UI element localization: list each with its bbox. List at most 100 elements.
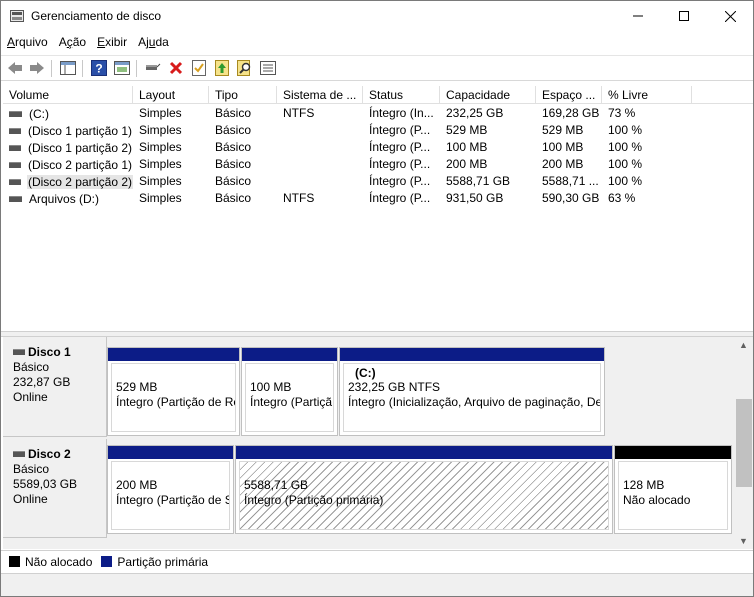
partition-size: 529 MB [116, 380, 158, 394]
volume-icon [9, 162, 21, 168]
volume-pct-free: 100 % [608, 140, 643, 154]
toolbar-separator [51, 60, 52, 77]
column-header-tipo[interactable]: Tipo [209, 86, 277, 104]
volume-layout: Simples [139, 140, 182, 154]
volume-status: Íntegro (P... [369, 191, 431, 205]
disk-size: 232,87 GB [13, 375, 71, 389]
disk-2-panel[interactable]: Disco 2 Básico 5589,03 GB Online [3, 439, 107, 538]
volume-status: Íntegro (In... [369, 106, 434, 120]
column-header-layout[interactable]: Layout [133, 86, 209, 104]
disk-graphical-view: Disco 1 Básico 232,87 GB Online 529 MB Í… [3, 337, 735, 549]
minimize-button[interactable] [615, 1, 661, 31]
back-button[interactable] [6, 59, 24, 77]
volume-filesystem: NTFS [283, 191, 315, 205]
toolbar: ? [1, 55, 753, 81]
help-button[interactable]: ? [90, 59, 108, 77]
partition-status: Íntegro (Partição primária) [244, 493, 384, 507]
menu-ajuda[interactable]: Ajuda [132, 32, 174, 54]
volume-layout: Simples [139, 174, 182, 188]
properties-button[interactable] [190, 59, 208, 77]
volume-capacity: 529 MB [446, 123, 488, 137]
volume-status: Íntegro (P... [369, 140, 431, 154]
column-header-sistema[interactable]: Sistema de ... [277, 86, 363, 104]
volume-filesystem [277, 122, 363, 139]
find-icon [237, 60, 251, 76]
disk-state: Online [13, 390, 48, 404]
vertical-scrollbar[interactable]: ▲ ▼ [735, 337, 753, 549]
partition-status: Não alocado [623, 493, 691, 507]
volume-type: Básico [215, 191, 252, 205]
column-header-espaco[interactable]: Espaço ... [536, 86, 602, 104]
volume-status: Íntegro (P... [369, 174, 431, 188]
volume-layout: Simples [139, 106, 182, 120]
partition-status: Íntegro (Inicialização, Arquivo de pagin… [348, 395, 601, 409]
legend-label: Partição primária [117, 554, 209, 569]
volume-list[interactable]: Volume Layout Tipo Sistema de ... Status… [3, 86, 753, 331]
volume-layout: Simples [139, 123, 182, 137]
volume-name: (C:) [29, 107, 49, 121]
volume-free-space: 590,30 GB [542, 191, 600, 205]
partition-size: 232,25 GB NTFS [348, 380, 441, 394]
volume-name: Arquivos (D:) [29, 192, 100, 206]
forward-button[interactable] [28, 59, 46, 77]
volume-pct-free: 63 % [608, 191, 636, 205]
view-icon [114, 61, 130, 75]
menu-bar: Arquivo Ação Exibir Ajuda [1, 32, 753, 54]
volume-row[interactable]: (Disco 1 partição 2) Simples Básico Ínte… [3, 139, 753, 156]
partition-name: (C:) [355, 366, 376, 380]
view-button[interactable] [113, 59, 131, 77]
menu-acao[interactable]: Ação [53, 32, 91, 54]
partition-size: 5588,71 GB [244, 478, 309, 492]
maximize-button[interactable] [661, 1, 707, 31]
partition-color-bar [108, 348, 239, 361]
partition-block-selected[interactable]: 5588,71 GB Íntegro (Partição primária) [235, 445, 613, 534]
refresh-button[interactable] [213, 59, 231, 77]
export-list-button[interactable] [259, 59, 277, 77]
volume-pct-free: 100 % [608, 123, 643, 137]
menu-arquivo[interactable]: Arquivo [1, 32, 53, 54]
volume-row[interactable]: (Disco 1 partição 1) Simples Básico Ínte… [3, 122, 753, 139]
volume-row[interactable]: (C:) Simples Básico NTFS Íntegro (In... … [3, 105, 753, 122]
volume-pct-free: 100 % [608, 174, 643, 188]
disk-1-panel[interactable]: Disco 1 Básico 232,87 GB Online [3, 337, 107, 437]
find-button[interactable] [236, 59, 254, 77]
volume-row-selected[interactable]: (Disco 2 partição 2) Simples Básico Ínte… [3, 173, 753, 190]
partition-block-c[interactable]: (C:) 232,25 GB NTFS Íntegro (Inicializaç… [339, 347, 605, 436]
volume-status: Íntegro (P... [369, 123, 431, 137]
minimize-icon [633, 15, 643, 17]
scroll-down-icon[interactable]: ▼ [739, 536, 748, 546]
console-tree-button[interactable] [59, 59, 77, 77]
column-header-status[interactable]: Status [363, 86, 440, 104]
partition-block[interactable]: 529 MB Íntegro (Partição de Re [107, 347, 240, 436]
column-header-pct-livre[interactable]: % Livre [602, 86, 692, 104]
column-header-volume[interactable]: Volume [3, 86, 133, 104]
volume-name: (Disco 1 partição 1) [27, 124, 132, 138]
disk-management-icon [10, 10, 24, 22]
column-header-capacidade[interactable]: Capacidade [440, 86, 536, 104]
partition-block[interactable]: 100 MB Íntegro (Partiçã [241, 347, 338, 436]
close-button[interactable] [707, 1, 753, 31]
partition-size: 200 MB [116, 478, 158, 492]
volume-filesystem [277, 156, 363, 173]
scroll-up-icon[interactable]: ▲ [739, 340, 748, 350]
disk-type: Básico [13, 360, 50, 374]
volume-free-space: 5588,71 ... [542, 174, 599, 188]
volume-capacity: 232,25 GB [446, 106, 504, 120]
forward-icon [30, 62, 44, 74]
volume-row[interactable]: Arquivos (D:) Simples Básico NTFS Íntegr… [3, 190, 753, 207]
volume-type: Básico [215, 106, 252, 120]
volume-layout: Simples [139, 191, 182, 205]
partition-block[interactable]: 200 MB Íntegro (Partição de S [107, 445, 234, 534]
volume-free-space: 169,28 GB [542, 106, 600, 120]
partition-color-bar [340, 348, 604, 361]
volume-capacity: 931,50 GB [446, 191, 504, 205]
connect-button[interactable] [144, 59, 162, 77]
volume-icon [9, 128, 21, 134]
delete-icon [169, 61, 183, 75]
volume-row[interactable]: (Disco 2 partição 1) Simples Básico Ínte… [3, 156, 753, 173]
scrollbar-thumb[interactable] [736, 399, 752, 487]
menu-exibir[interactable]: Exibir [91, 32, 132, 54]
unallocated-block[interactable]: 128 MB Não alocado [614, 445, 732, 534]
delete-button[interactable] [167, 59, 185, 77]
disk-size: 5589,03 GB [13, 477, 78, 491]
